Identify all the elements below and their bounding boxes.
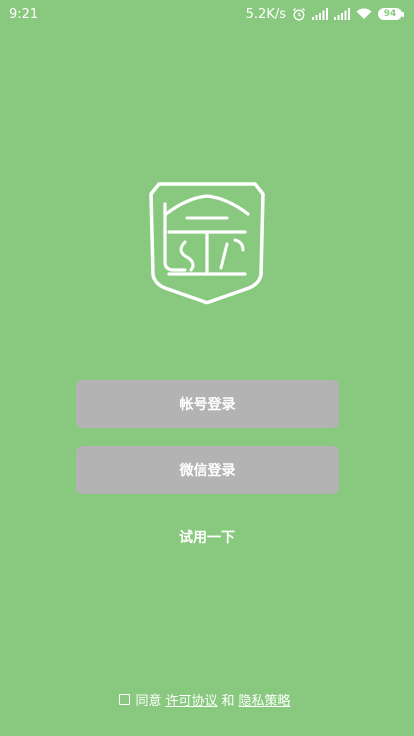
shield-logo-icon [147,180,267,306]
license-link[interactable]: 许可协议 [165,690,217,709]
battery-level: 94 [378,8,402,20]
battery-icon: 94 [378,8,404,20]
agree-checkbox[interactable] [119,694,131,705]
alarm-icon [292,7,306,21]
network-speed: 5.2K/s [245,6,286,22]
agree-and: 和 [221,694,235,709]
wechat-login-button[interactable]: 微信登录 [76,446,339,494]
signal-icon [334,8,350,20]
status-icons: 5.2K/s 94 [246,7,404,22]
account-login-button[interactable]: 帐号登录 [76,380,339,428]
agree-prefix: 同意 [135,694,162,709]
privacy-link[interactable]: 隐私策略 [239,690,291,709]
signal-icon [312,8,328,20]
agreement-row: 同意 许可协议 和 隐私策略 [0,690,414,709]
status-time: 9:21 [9,6,39,22]
trial-link[interactable]: 试用一下 [0,527,414,547]
status-bar: 9:21 5.2K/s 94 [0,0,414,28]
wifi-icon [356,8,372,20]
